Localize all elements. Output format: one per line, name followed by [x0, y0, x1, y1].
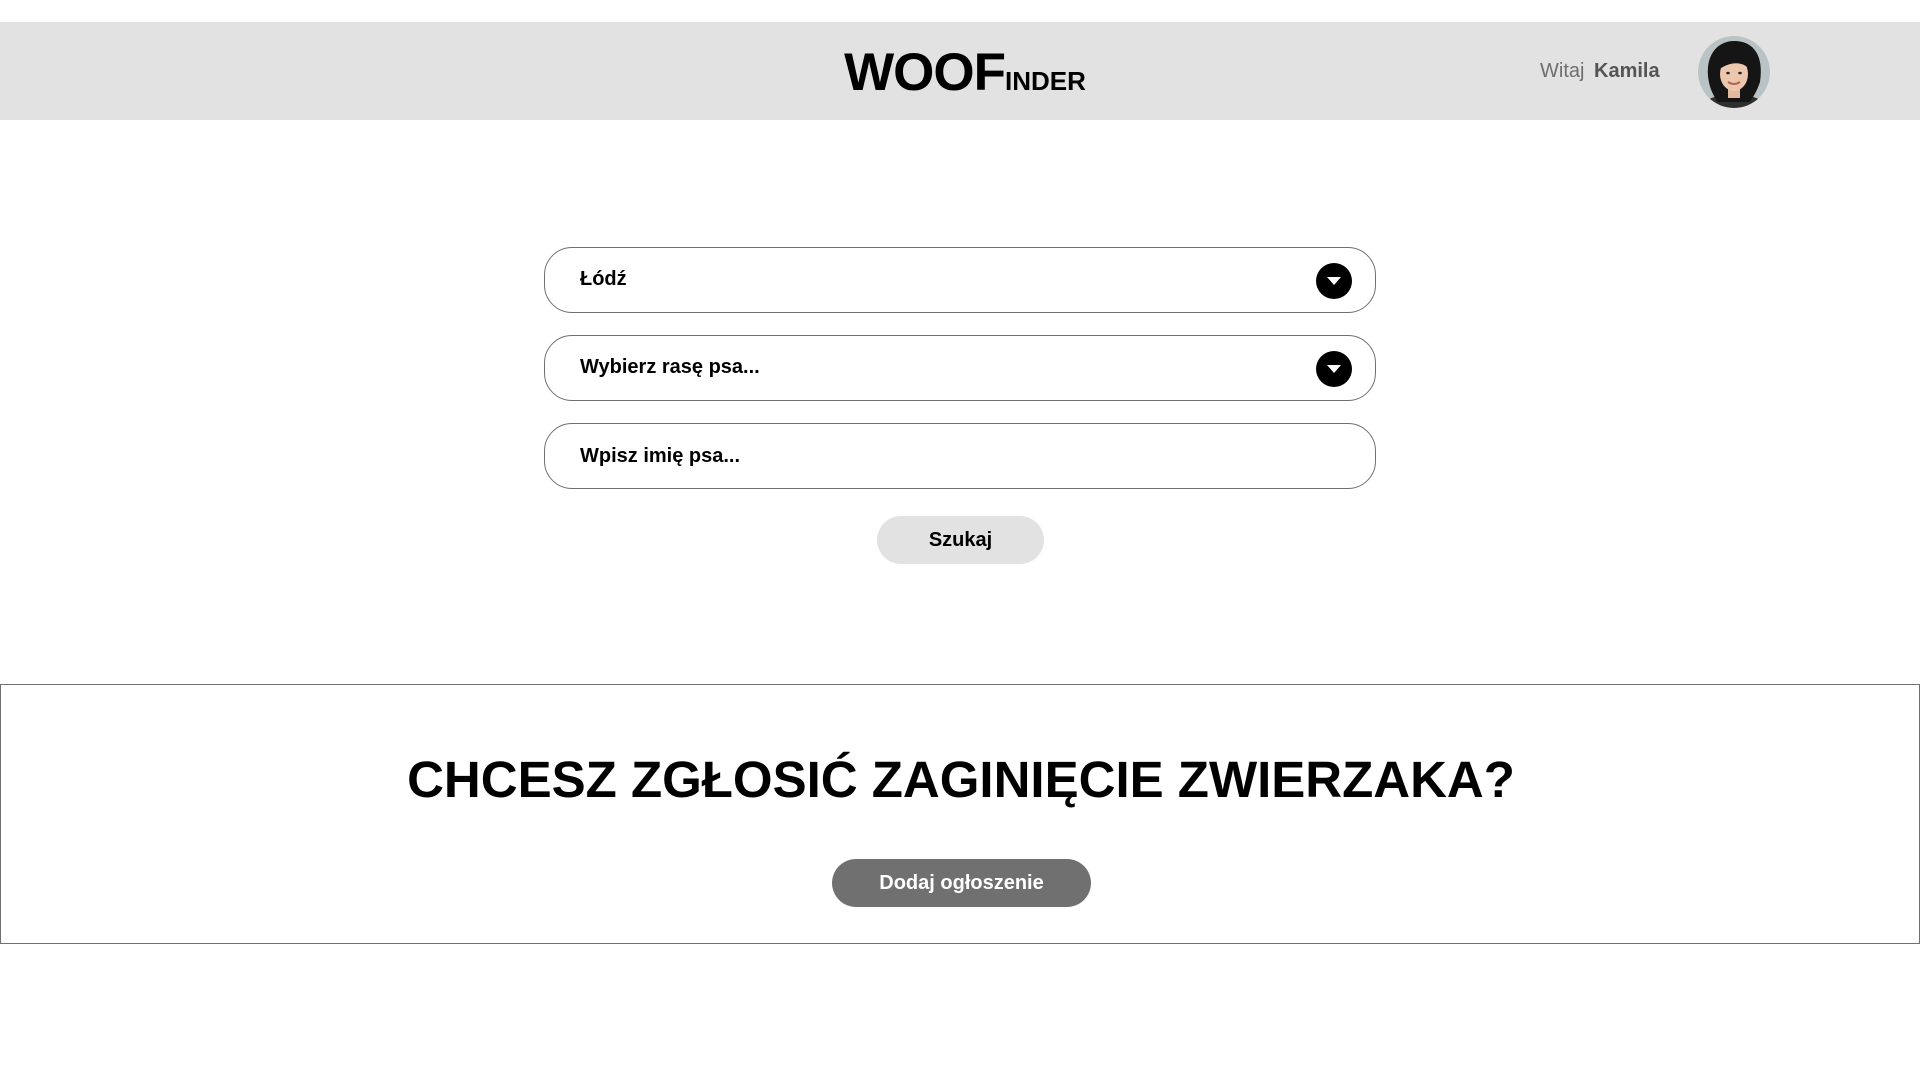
city-dropdown-button[interactable] — [1316, 263, 1352, 299]
chevron-down-icon — [1327, 365, 1341, 373]
user-avatar-icon — [1698, 36, 1770, 108]
search-button[interactable]: Szukaj — [877, 516, 1044, 564]
user-greeting: Witaj Kamila — [1540, 60, 1660, 83]
logo-woof: WOOF — [844, 43, 1006, 102]
breed-select[interactable]: Wybierz rasę psa... — [544, 335, 1376, 401]
report-title: CHCESZ ZGŁOSIĆ ZAGINIĘCIE ZWIERZAKA? — [407, 751, 1515, 808]
header-bar: WOOFINDER Witaj Kamila — [0, 22, 1920, 120]
logo-inder: INDER — [1004, 66, 1086, 96]
city-select[interactable]: Łódź — [544, 247, 1376, 313]
report-missing-section: CHCESZ ZGŁOSIĆ ZAGINIĘCIE ZWIERZAKA? Dod… — [0, 684, 1920, 944]
dog-name-input[interactable] — [580, 440, 1340, 472]
chevron-down-icon — [1327, 277, 1341, 285]
user-name: Kamila — [1594, 60, 1660, 82]
avatar[interactable] — [1698, 36, 1770, 108]
breed-dropdown-button[interactable] — [1316, 351, 1352, 387]
breed-select-placeholder: Wybierz rasę psa... — [580, 356, 760, 378]
dog-name-field[interactable] — [544, 423, 1376, 489]
city-select-value: Łódź — [580, 268, 627, 290]
add-listing-button[interactable]: Dodaj ogłoszenie — [832, 859, 1091, 907]
greeting-prefix: Witaj — [1540, 60, 1585, 82]
